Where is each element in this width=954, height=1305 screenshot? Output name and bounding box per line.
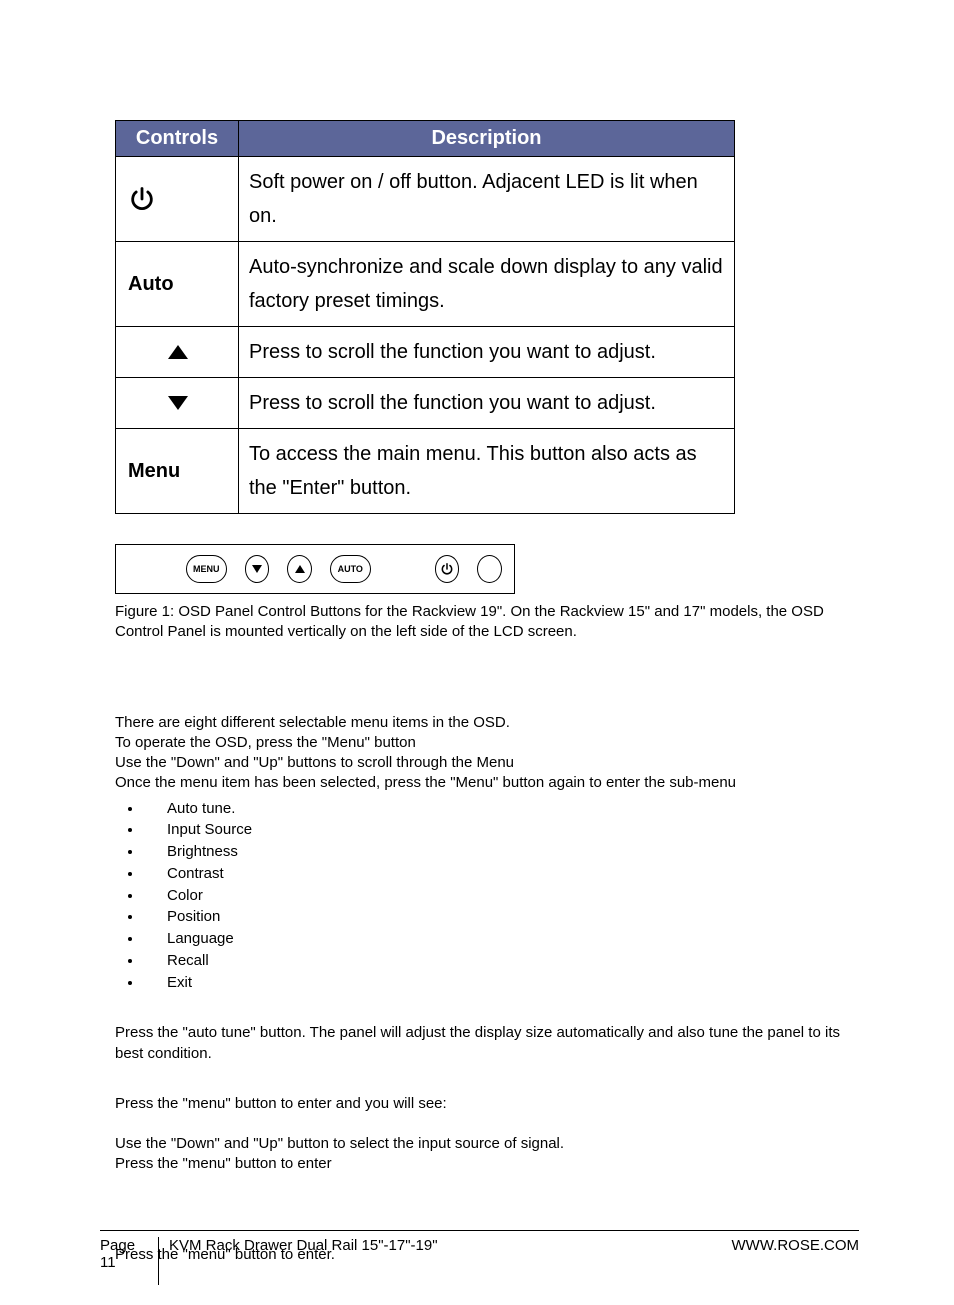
- list-item: Brightness: [143, 841, 859, 863]
- list-item: Contrast: [143, 863, 859, 885]
- list-item: Language: [143, 928, 859, 950]
- osd-panel-diagram: MENU AUTO: [115, 544, 859, 594]
- footer-title: KVM Rack Drawer Dual Rail 15"-17"-19": [159, 1237, 732, 1254]
- body-line: To operate the OSD, press the "Menu" but…: [115, 733, 859, 753]
- table-row: Menu To access the main menu. This butto…: [116, 429, 735, 514]
- footer-page-number: 11: [100, 1254, 150, 1271]
- table-row: Press to scroll the function you want to…: [116, 327, 735, 378]
- panel-down-button: [245, 555, 270, 583]
- control-label-menu: Menu: [116, 429, 239, 514]
- table-cell-description: Press to scroll the function you want to…: [239, 327, 735, 378]
- panel-power-button: [435, 555, 460, 583]
- body-line: Press the "auto tune" button. The panel …: [115, 1023, 859, 1064]
- footer-url: WWW.ROSE.COM: [732, 1237, 860, 1254]
- table-header-controls: Controls: [116, 121, 239, 157]
- page-footer: Page 11 KVM Rack Drawer Dual Rail 15"-17…: [100, 1230, 859, 1285]
- body-line: Use the "Down" and "Up" buttons to scrol…: [115, 753, 859, 773]
- table-cell-description: To access the main menu. This button als…: [239, 429, 735, 514]
- triangle-down-icon: [251, 564, 263, 574]
- list-item: Color: [143, 885, 859, 907]
- control-label-auto: Auto: [116, 242, 239, 327]
- body-line: There are eight different selectable men…: [115, 713, 859, 733]
- body-line: Press the "menu" button to enter and you…: [115, 1094, 859, 1114]
- list-item: Position: [143, 906, 859, 928]
- figure-caption: Figure 1: OSD Panel Control Buttons for …: [115, 602, 835, 643]
- table-cell-description: Auto-synchronize and scale down display …: [239, 242, 735, 327]
- panel-auto-button: AUTO: [330, 555, 371, 583]
- power-icon: [128, 185, 156, 213]
- panel-led-indicator: [477, 555, 502, 583]
- table-row: Press to scroll the function you want to…: [116, 378, 735, 429]
- panel-up-button: [287, 555, 312, 583]
- table-row: Soft power on / off button. Adjacent LED…: [116, 157, 735, 242]
- list-item: Input Source: [143, 819, 859, 841]
- list-item: Auto tune.: [143, 798, 859, 820]
- list-item: Exit: [143, 972, 859, 994]
- triangle-up-icon: [166, 343, 190, 361]
- body-line: Use the "Down" and "Up" button to select…: [115, 1134, 859, 1154]
- power-icon: [440, 562, 454, 576]
- triangle-down-icon: [166, 394, 190, 412]
- table-header-description: Description: [239, 121, 735, 157]
- triangle-up-icon: [294, 564, 306, 574]
- controls-table: Controls Description Soft power on / off…: [115, 120, 735, 514]
- panel-menu-button: MENU: [186, 555, 227, 583]
- body-line: Once the menu item has been selected, pr…: [115, 773, 859, 793]
- footer-page-label: Page: [100, 1237, 150, 1254]
- menu-item-list: Auto tune. Input Source Brightness Contr…: [115, 798, 859, 994]
- list-item: Recall: [143, 950, 859, 972]
- table-cell-description: Soft power on / off button. Adjacent LED…: [239, 157, 735, 242]
- table-cell-description: Press to scroll the function you want to…: [239, 378, 735, 429]
- body-content: There are eight different selectable men…: [115, 713, 859, 1265]
- body-line: Press the "menu" button to enter: [115, 1154, 859, 1174]
- table-row: Auto Auto-synchronize and scale down dis…: [116, 242, 735, 327]
